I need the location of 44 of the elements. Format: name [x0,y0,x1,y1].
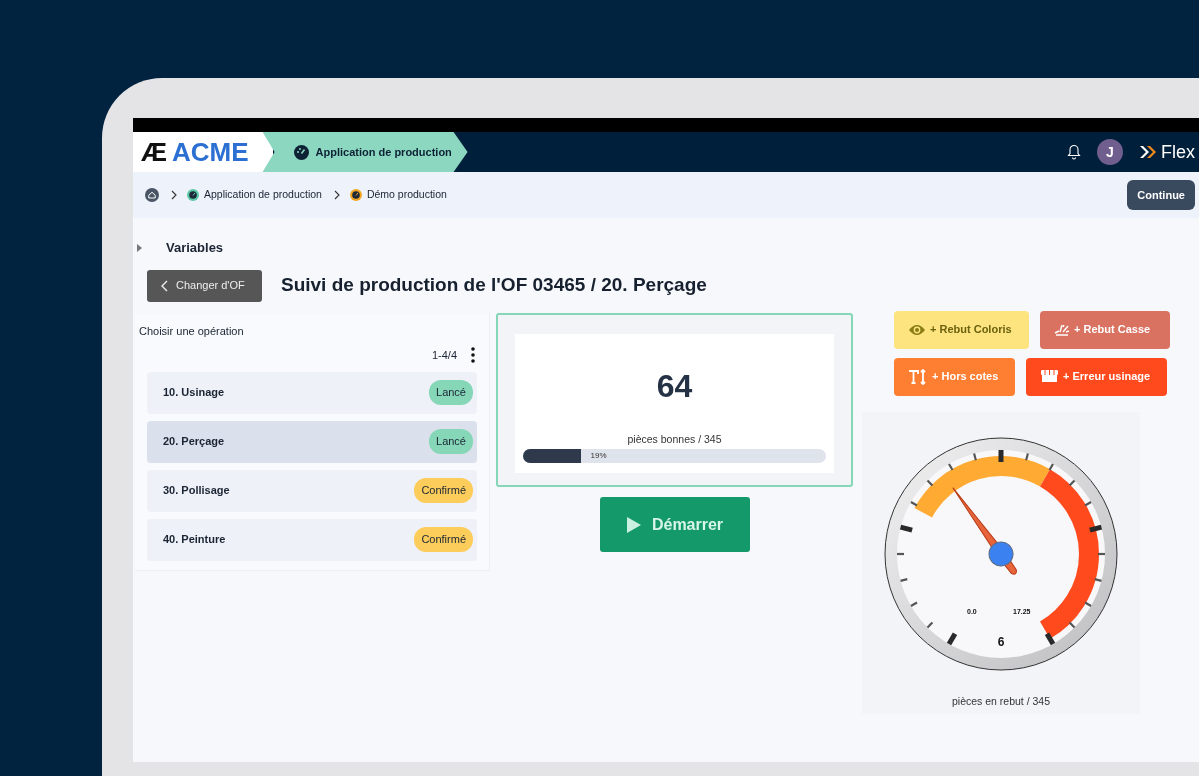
back-button[interactable]: Changer d'OF [147,269,262,302]
splash-icon [1054,322,1070,337]
pagination-range: 1-4/4 [431,348,457,363]
page-title: Suivi de production de l'OF 03465 / 20. Perçage [281,273,707,298]
chevron-right-icon [171,190,177,200]
play-icon [625,515,642,534]
dumpster-icon [1040,369,1059,384]
text-height-icon [908,368,928,385]
caret-icon[interactable] [137,243,142,252]
status-badge: Confirmé [414,478,473,503]
continue-button[interactable]: Continue [1127,179,1195,211]
kebab-menu-icon[interactable] [471,347,475,364]
operation-label: 20. Perçage [163,434,225,450]
scrap-button[interactable]: + Rebut Coloris [894,310,1029,349]
operation-label: 30. Pollisage [163,483,230,499]
bell-icon[interactable] [1067,144,1081,160]
operation-item[interactable]: 40. Peinture Confirmé [147,518,477,561]
operation-label: 10. Usinage [163,385,225,401]
good-count: 64 [655,369,694,402]
operation-item[interactable]: 10. Usinage Lancé [147,371,477,414]
status-badge: Lancé [429,429,473,454]
count-caption: pièces bonnes / 345 [626,431,723,447]
breadcrumb-link[interactable]: Application de production [204,187,322,203]
breadcrumb-link[interactable]: Démo production [366,187,447,203]
home-icon[interactable] [145,188,159,202]
operation-label: 40. Peinture [163,532,226,548]
eye-icon [908,322,926,337]
panel-heading: Choisir une opération [139,323,245,339]
gauge-caption: pièces en rebut / 345 [951,693,1051,709]
operation-item[interactable]: 20. Perçage Lancé [147,420,477,463]
logo-text: ACME [172,135,249,169]
user-avatar[interactable]: J [1097,139,1123,165]
status-badge: Lancé [429,380,473,405]
variables-label[interactable]: Variables [166,238,224,258]
chevrons-logo-icon [1139,144,1157,160]
operation-item[interactable]: 30. Pollisage Confirmé [147,469,477,512]
app-tab[interactable]: Application de production [262,132,468,172]
brand-name: Flex [1161,140,1195,164]
status-badge: Confirmé [414,527,473,552]
logo-mark: Æ [141,135,166,169]
gauge-icon [293,144,309,160]
chevron-left-icon [161,279,168,292]
chevron-right-icon [333,190,340,200]
progress-reading: 19% [590,450,607,463]
